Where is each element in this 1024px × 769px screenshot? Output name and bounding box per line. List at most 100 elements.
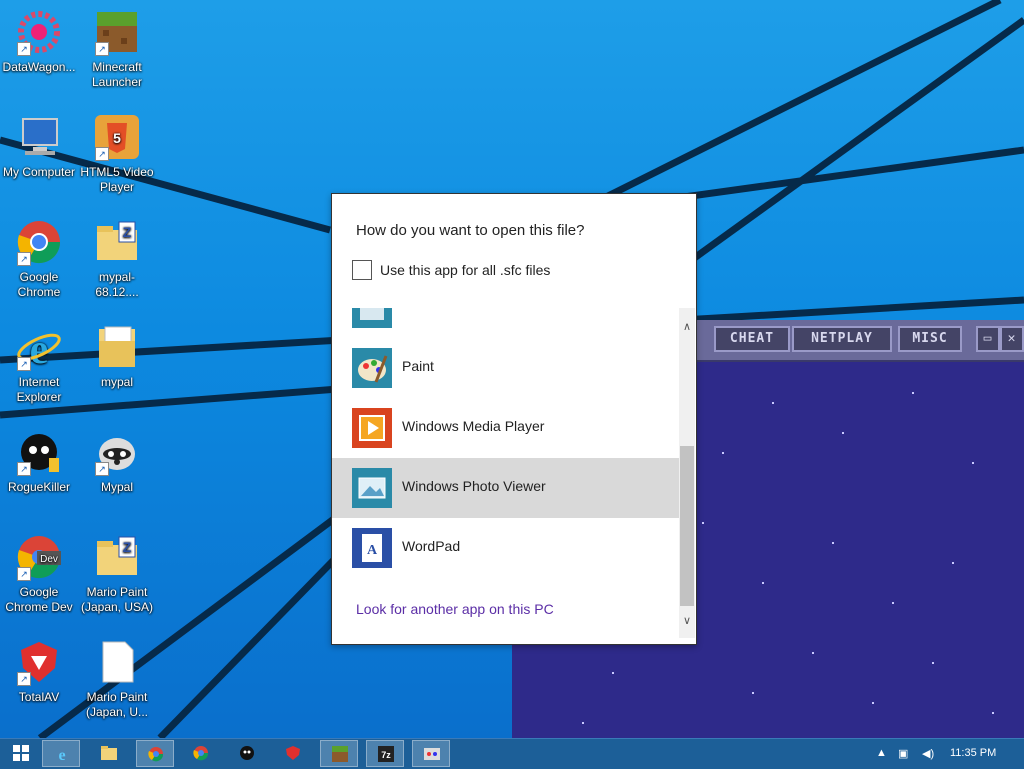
app-list: Paint Windows Media Player Windows Photo… bbox=[332, 308, 679, 598]
desktop: ↗ DataWagon... ↗ Minecraft Launcher My C… bbox=[0, 0, 1024, 738]
desktop-icon-label: TotalAV bbox=[18, 690, 60, 704]
taskbar-emulator[interactable] bbox=[412, 740, 450, 767]
desktop-icon-label: Mypal bbox=[100, 480, 133, 494]
svg-text:Z: Z bbox=[123, 224, 132, 240]
chrome-icon: ↗ bbox=[15, 218, 63, 266]
app-item-partial[interactable] bbox=[332, 308, 679, 338]
app-item-wordpad[interactable]: A WordPad bbox=[332, 518, 679, 578]
desktop-icon-label: Google Chrome Dev bbox=[5, 585, 73, 614]
app-item-label: Windows Photo Viewer bbox=[402, 478, 546, 494]
minecraft-icon: ↗ bbox=[93, 8, 141, 56]
ie-icon: e ↗ bbox=[15, 323, 63, 373]
chrome-dev-icon bbox=[193, 746, 209, 761]
scroll-down-icon[interactable]: ∨ bbox=[679, 612, 695, 630]
desktop-icon-mario-paint-file[interactable]: Mario Paint (Japan, U... bbox=[78, 638, 156, 720]
wordpad-icon: A bbox=[352, 528, 392, 568]
use-app-checkbox[interactable] bbox=[352, 260, 372, 280]
dialog-title: How do you want to open this file? bbox=[356, 222, 585, 239]
app-item-media-player[interactable]: Windows Media Player bbox=[332, 398, 679, 458]
roguekiller-icon bbox=[240, 746, 254, 760]
desktop-icon-label: DataWagon... bbox=[2, 60, 76, 74]
close-icon[interactable]: ✕ bbox=[1000, 326, 1024, 352]
svg-text:e: e bbox=[30, 327, 49, 371]
totalav-icon bbox=[286, 746, 300, 760]
desktop-icon-chrome[interactable]: ↗ Google Chrome bbox=[0, 218, 78, 300]
netplay-button[interactable]: NETPLAY bbox=[792, 326, 892, 352]
desktop-icon-label: Internet Explorer bbox=[16, 375, 62, 404]
datawagon-icon: ↗ bbox=[15, 8, 63, 56]
computer-icon bbox=[15, 113, 63, 161]
svg-text:7z: 7z bbox=[381, 750, 391, 760]
start-icon bbox=[13, 745, 29, 761]
taskbar-7zip[interactable]: 7z bbox=[366, 740, 404, 767]
taskbar-file-explorer[interactable] bbox=[90, 740, 128, 767]
scroll-up-icon[interactable]: ∧ bbox=[679, 318, 695, 336]
app-item-label: Paint bbox=[402, 358, 434, 374]
svg-text:Dev: Dev bbox=[40, 554, 58, 565]
chrome-dev-icon: Dev ↗ bbox=[15, 533, 63, 581]
desktop-icon-label: mypal bbox=[100, 375, 133, 389]
restore-icon[interactable]: ▭ bbox=[976, 326, 1000, 352]
taskbar-minecraft[interactable] bbox=[320, 740, 358, 767]
desktop-icon-mypal[interactable]: ↗ Mypal bbox=[78, 428, 156, 495]
svg-text:e: e bbox=[58, 747, 65, 762]
start-button[interactable] bbox=[2, 740, 40, 767]
app-item-photo-viewer[interactable]: Windows Photo Viewer bbox=[332, 458, 679, 518]
file-icon bbox=[93, 638, 141, 686]
cheat-button[interactable]: CHEAT bbox=[714, 326, 790, 352]
open-with-dialog: How do you want to open this file? Use t… bbox=[331, 193, 697, 645]
html5-icon: 5 ↗ bbox=[93, 113, 141, 161]
taskbar-chrome[interactable] bbox=[136, 740, 174, 767]
clock[interactable]: 11:35 PM bbox=[950, 747, 996, 759]
desktop-icon-html5-player[interactable]: 5 ↗ HTML5 Video Player bbox=[78, 113, 156, 195]
taskbar: e 7z ▲ ▣ ◀) 11:35 PM bbox=[0, 738, 1024, 769]
desktop-icon-label: My Computer bbox=[2, 165, 76, 179]
network-icon[interactable]: ▣ bbox=[898, 747, 908, 760]
desktop-icon-label: Google Chrome bbox=[17, 270, 61, 299]
svg-text:A: A bbox=[367, 543, 378, 558]
file-explorer-icon bbox=[101, 746, 117, 760]
partial-app-icon bbox=[352, 308, 392, 328]
mypal-icon: ↗ bbox=[93, 428, 141, 476]
show-hidden-icons[interactable]: ▲ bbox=[876, 747, 887, 759]
roguekiller-icon: ↗ bbox=[15, 428, 63, 476]
desktop-icon-mypal-zip[interactable]: Z mypal-68.12.... bbox=[78, 218, 156, 300]
zip-folder-icon: Z bbox=[93, 218, 141, 266]
desktop-icon-label: HTML5 Video Player bbox=[80, 165, 154, 194]
desktop-icon-mario-paint-zip[interactable]: Z Mario Paint (Japan, USA) bbox=[78, 533, 156, 615]
desktop-icon-label: mypal-68.12.... bbox=[95, 270, 139, 299]
folder-icon bbox=[93, 323, 141, 371]
use-app-checkbox-label[interactable]: Use this app for all .sfc files bbox=[380, 262, 550, 278]
desktop-icon-mypal-folder[interactable]: mypal bbox=[78, 323, 156, 390]
scroll-thumb[interactable] bbox=[680, 446, 694, 606]
desktop-icon-totalav[interactable]: ↗ TotalAV bbox=[0, 638, 78, 705]
desktop-icon-datawagon[interactable]: ↗ DataWagon... bbox=[0, 8, 78, 75]
svg-text:Z: Z bbox=[123, 539, 132, 555]
chrome-icon bbox=[148, 747, 164, 762]
desktop-icon-my-computer[interactable]: My Computer bbox=[0, 113, 78, 180]
taskbar-totalav[interactable] bbox=[274, 740, 312, 767]
minecraft-icon bbox=[332, 746, 348, 762]
photo-viewer-icon bbox=[352, 468, 392, 508]
emulator-icon bbox=[424, 748, 440, 760]
volume-icon[interactable]: ◀) bbox=[922, 747, 934, 760]
app-item-label: WordPad bbox=[402, 538, 461, 554]
totalav-icon: ↗ bbox=[15, 638, 63, 686]
desktop-icon-roguekiller[interactable]: ↗ RogueKiller bbox=[0, 428, 78, 495]
taskbar-roguekiller[interactable] bbox=[228, 740, 266, 767]
7zip-icon: 7z bbox=[378, 746, 394, 762]
svg-text:5: 5 bbox=[113, 130, 121, 146]
desktop-icon-minecraft[interactable]: ↗ Minecraft Launcher bbox=[78, 8, 156, 90]
zip-folder-icon: Z bbox=[93, 533, 141, 581]
media-player-icon bbox=[352, 408, 392, 448]
desktop-icon-label: Mario Paint (Japan, U... bbox=[85, 690, 149, 719]
desktop-icon-label: RogueKiller bbox=[7, 480, 71, 494]
desktop-icon-ie[interactable]: e ↗ Internet Explorer bbox=[0, 323, 78, 405]
taskbar-ie[interactable]: e bbox=[42, 740, 80, 767]
desktop-icon-chrome-dev[interactable]: Dev ↗ Google Chrome Dev bbox=[0, 533, 78, 615]
misc-button[interactable]: MISC bbox=[898, 326, 962, 352]
app-item-paint[interactable]: Paint bbox=[332, 338, 679, 398]
app-list-scrollbar[interactable]: ∧ ∨ bbox=[679, 308, 695, 638]
taskbar-chrome-dev[interactable] bbox=[182, 740, 220, 767]
look-for-another-app-link[interactable]: Look for another app on this PC bbox=[356, 601, 554, 617]
